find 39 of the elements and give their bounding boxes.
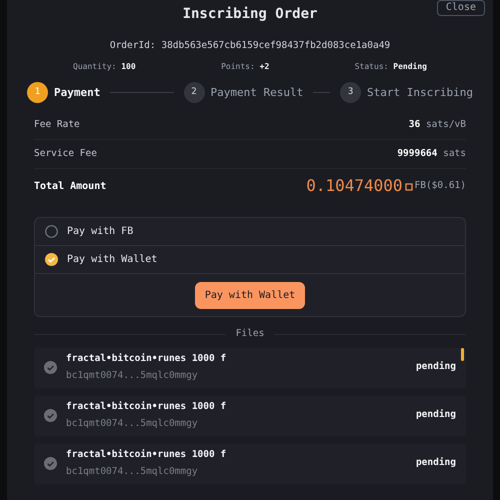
file-address: bc1qmt0074...5mqlc0mmgy xyxy=(66,464,199,478)
fee-value: 36 sats/vB xyxy=(408,118,466,132)
check-icon xyxy=(44,361,57,374)
step-number: 2 xyxy=(184,82,205,104)
order-id: OrderId: 38db563e567cb6159cef98437fb2d083ce1a0a49 xyxy=(110,39,390,53)
pay-button[interactable]: Pay with Wallet xyxy=(194,282,306,309)
dialog-title: Inscribing Order xyxy=(182,5,318,24)
file-name: fractal•bitcoin•runes 1000 f xyxy=(66,352,228,366)
stat-text: Quantity: 100 xyxy=(73,61,136,74)
radio-icon[interactable] xyxy=(45,225,58,238)
file-status: pending xyxy=(416,456,456,470)
coin-icon xyxy=(404,182,413,191)
close-button[interactable]: Close xyxy=(436,0,485,16)
total-label: Total Amount xyxy=(34,180,106,194)
file-address: bc1qmt0074...5mqlc0mmgy xyxy=(66,416,199,430)
file-status: pending xyxy=(416,360,456,374)
file-address: bc1qmt0074...5mqlc0mmgy xyxy=(66,368,199,382)
check-icon xyxy=(44,409,57,422)
fee-value: 9999664 sats xyxy=(397,147,466,162)
total-fiat: FB($0.61) xyxy=(414,179,466,194)
step-label: Start Inscribing xyxy=(367,84,473,100)
fee-label: Fee Rate xyxy=(34,118,80,132)
check-icon xyxy=(44,457,57,470)
file-name: fractal•bitcoin•runes 1000 f xyxy=(66,400,228,414)
file-name: fractal•bitcoin•runes 1000 f xyxy=(66,448,228,462)
step-label: Payment Result xyxy=(210,84,304,100)
step-number: 3 xyxy=(340,82,362,104)
files-heading: Files xyxy=(236,327,264,342)
stat-text: Points: +2 xyxy=(221,61,270,74)
file-status: pending xyxy=(416,408,456,422)
payment-option[interactable]: Pay with FB xyxy=(35,218,465,246)
step-number: 1 xyxy=(27,82,48,104)
total-amount: 0.10474000 xyxy=(306,175,403,198)
radio-checked-icon[interactable] xyxy=(45,253,58,266)
payment-option[interactable]: Pay with Wallet xyxy=(35,246,465,274)
fee-label: Service Fee xyxy=(34,147,97,162)
scrollbar-thumb[interactable] xyxy=(461,348,464,360)
stat-text: Status: Pending xyxy=(354,61,427,74)
step-label: Payment xyxy=(54,84,100,100)
